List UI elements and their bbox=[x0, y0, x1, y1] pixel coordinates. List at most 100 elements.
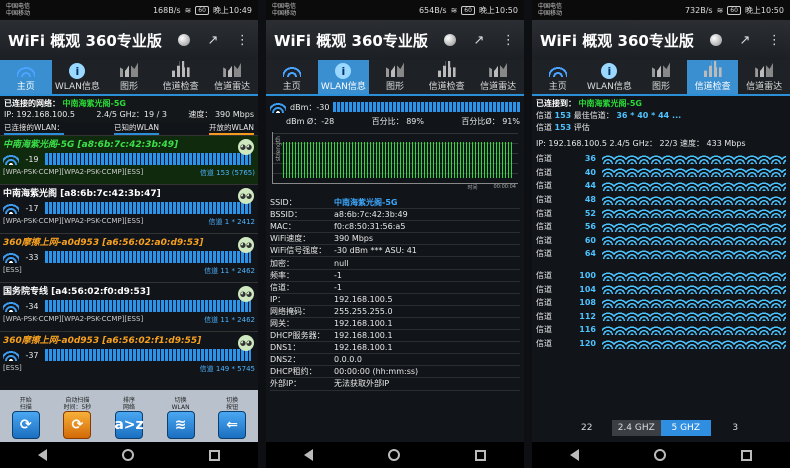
channel-row-label: 信道 bbox=[536, 208, 552, 218]
recents-icon[interactable] bbox=[475, 449, 487, 461]
back-icon[interactable] bbox=[37, 449, 47, 461]
wifi-icon: ≋ bbox=[716, 5, 724, 15]
rating-channel: 153 bbox=[554, 123, 572, 132]
network-item[interactable]: 360摩擦上网-a0d953 [a6:56:02:f1:d9:55] -37 [ES… bbox=[0, 331, 258, 380]
channel-row-label: 信道 bbox=[536, 271, 552, 281]
back-icon[interactable] bbox=[303, 449, 313, 461]
toolbar-icon[interactable]: ⇐ bbox=[218, 411, 247, 439]
detail-value: 00:00:00 (hh:mm:ss) bbox=[334, 367, 419, 377]
channel-row-label: 信道 bbox=[536, 298, 552, 308]
more-menu-icon[interactable]: ⋮ bbox=[235, 32, 250, 48]
battery-icon: 60 bbox=[727, 5, 741, 15]
share-icon[interactable]: ↗ bbox=[737, 32, 752, 48]
channel-row-label: 信道 bbox=[536, 167, 552, 177]
graph-icon bbox=[651, 62, 670, 77]
toolbar-button[interactable]: 自动扫描 时间：5秒 ⟳ bbox=[63, 397, 92, 439]
signal-strength-bar bbox=[45, 202, 251, 214]
network-dbm: -17 bbox=[25, 203, 39, 213]
filter-known[interactable]: 已知的WLAN bbox=[113, 122, 159, 135]
detail-value: -1 bbox=[334, 270, 342, 280]
toolbar-button[interactable]: 切换 WLAN ≋ bbox=[166, 397, 195, 439]
status-bar: 中国电信 中国移动 168B/s ≋ 60 晚上10:49 bbox=[0, 0, 258, 20]
tab-channel-radar[interactable]: 信道雷达 bbox=[206, 60, 258, 94]
wifi-signal-icon bbox=[3, 300, 19, 312]
toolbar-button[interactable]: 排序 网络 a>z bbox=[114, 397, 144, 439]
back-icon[interactable] bbox=[569, 449, 579, 461]
tab-home[interactable]: 主页 bbox=[0, 60, 52, 94]
tab-wlan-info[interactable]: i WLAN信息 bbox=[584, 60, 636, 94]
detail-key: 加密： bbox=[270, 258, 294, 268]
band-tab-2-4ghz[interactable]: 2.4 GHZ bbox=[611, 420, 661, 436]
network-security: [WPA-PSK-CCMP][WPA2-PSK-CCMP][ESS] bbox=[3, 315, 144, 323]
more-menu-icon[interactable]: ⋮ bbox=[501, 32, 516, 48]
toolbar-icon[interactable]: ⟳ bbox=[63, 411, 92, 439]
graph-line bbox=[283, 142, 514, 178]
toolbar-icon[interactable]: ≋ bbox=[166, 411, 195, 439]
tab-graph[interactable]: 图形 bbox=[369, 60, 421, 94]
detail-row: 加密： null bbox=[270, 257, 520, 270]
toolbar-button-label: 切换 WLAN bbox=[171, 397, 190, 411]
tab-label: WLAN信息 bbox=[54, 82, 100, 92]
tab-label: 信道检查 bbox=[428, 82, 465, 92]
network-dbm: -34 bbox=[25, 301, 39, 311]
network-channel: 信道 11 * 2462 bbox=[204, 267, 255, 275]
wifi-occupancy-icons bbox=[602, 270, 786, 281]
detail-key: DNS1： bbox=[270, 343, 301, 353]
home-icon[interactable] bbox=[387, 449, 400, 461]
wifi-occupancy-icons bbox=[602, 324, 786, 335]
tab-channel-check[interactable]: 信道检查 bbox=[155, 60, 207, 94]
network-item[interactable]: 中南海紫光阁 [a8:6b:7c:42:3b:47] -17 [WPA-PSK-CC… bbox=[0, 184, 258, 233]
toolbar-icon[interactable]: ⟳ bbox=[11, 411, 40, 439]
filter-open[interactable]: 开放的WLAN bbox=[208, 122, 254, 135]
share-icon[interactable]: ↗ bbox=[205, 32, 220, 48]
tab-wlan-info[interactable]: i WLAN信息 bbox=[52, 60, 104, 94]
detail-value: -30 dBm *** ASU: 41 bbox=[334, 246, 417, 256]
recents-icon[interactable] bbox=[741, 449, 753, 461]
tab-channel-check[interactable]: 信道检查 bbox=[686, 60, 739, 94]
tab-label: 信道雷达 bbox=[746, 82, 783, 92]
wifi-occupancy-icons bbox=[602, 284, 786, 295]
smiley-icon: ◕◕ bbox=[238, 237, 254, 253]
recents-icon[interactable] bbox=[209, 449, 221, 461]
current-channel: 153 bbox=[554, 111, 572, 120]
tab-graph[interactable]: 图形 bbox=[103, 60, 155, 94]
network-item[interactable]: 中南海紫光阁-5G [a8:6b:7c:42:3b:49] -19 [WPA-PSK… bbox=[0, 135, 258, 184]
tab-channel-radar[interactable]: 信道雷达 bbox=[472, 60, 524, 94]
home-icon[interactable] bbox=[653, 449, 666, 461]
band-tab-5ghz[interactable]: 5 GHZ bbox=[661, 420, 711, 436]
tab-graph[interactable]: 图形 bbox=[635, 60, 687, 94]
toolbar-icon[interactable]: a>z bbox=[114, 411, 144, 439]
filter-connected[interactable]: 已连接的WLAN： bbox=[4, 122, 65, 135]
network-filters: 已连接的WLAN： 已知的WLAN 开放的WLAN bbox=[0, 122, 258, 135]
globe-icon[interactable] bbox=[708, 32, 723, 48]
more-menu-icon[interactable]: ⋮ bbox=[767, 32, 782, 48]
tab-wlan-info[interactable]: i WLAN信息 bbox=[317, 60, 370, 94]
home-icon[interactable] bbox=[121, 449, 134, 461]
tab-channel-check[interactable]: 信道检查 bbox=[421, 60, 473, 94]
globe-icon[interactable] bbox=[442, 32, 457, 48]
tab-channel-radar[interactable]: 信道雷达 bbox=[738, 60, 790, 94]
share-icon[interactable]: ↗ bbox=[471, 32, 486, 48]
toolbar-button[interactable]: 切换 按钮 ⇐ bbox=[218, 397, 247, 439]
channel-number: 44 bbox=[584, 181, 596, 191]
channel-number: 56 bbox=[584, 222, 596, 232]
wifi-icon: ≋ bbox=[450, 5, 458, 15]
net-speed: 168B/s bbox=[152, 5, 181, 15]
globe-icon[interactable] bbox=[176, 32, 191, 48]
toolbar-button-label: 切换 按钮 bbox=[226, 397, 239, 411]
wifi-occupancy-icons bbox=[602, 297, 786, 308]
toolbar-button[interactable]: 开始 扫描 ⟳ bbox=[11, 397, 40, 439]
tab-home[interactable]: 主页 bbox=[266, 60, 318, 94]
toolbar-button-label: 自动扫描 时间：5秒 bbox=[63, 397, 92, 411]
network-item[interactable]: 360摩擦上网-a0d953 [a6:56:02:a0:d9:53] -33 [ES… bbox=[0, 233, 258, 282]
detail-row: BSSID： a8:6b:7c:42:3b:49 bbox=[270, 209, 520, 222]
info-icon: i bbox=[601, 63, 618, 79]
tab-home[interactable]: 主页 bbox=[532, 60, 584, 94]
network-item[interactable]: 国务院专线 [a4:56:02:f0:d9:53] -34 [WPA-PSK-CCM… bbox=[0, 282, 258, 331]
channel-row-label: 信道 bbox=[536, 222, 552, 232]
network-channel: 信道 149 * 5745 bbox=[199, 365, 255, 373]
tab-bar: 主页 i WLAN信息 图形 信道检查 信道雷达 bbox=[0, 60, 258, 96]
channel-number: 64 bbox=[584, 249, 596, 259]
percent-average: 百分比Ø： 91% bbox=[461, 116, 520, 126]
channel-row: 信道 44 bbox=[536, 179, 786, 193]
